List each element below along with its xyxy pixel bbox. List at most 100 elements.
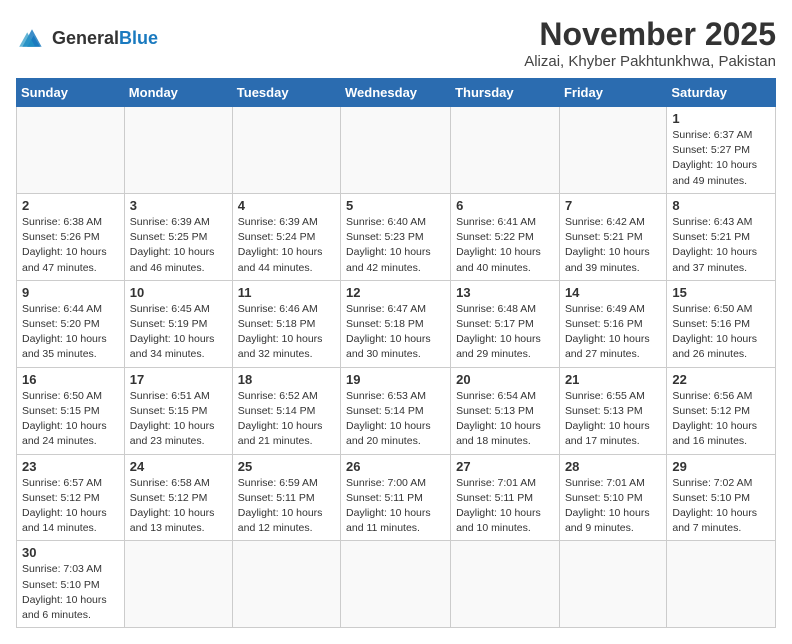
day-cell: 15 Sunrise: 6:50 AM Sunset: 5:16 PM Dayli… (667, 280, 776, 367)
day-info: Sunrise: 6:38 AM Sunset: 5:26 PM Dayligh… (22, 215, 119, 276)
day-number: 30 (22, 545, 119, 560)
weekday-header-tuesday: Tuesday (232, 79, 340, 107)
day-cell: 14 Sunrise: 6:49 AM Sunset: 5:16 PM Dayli… (559, 280, 666, 367)
day-cell: 30 Sunrise: 7:03 AM Sunset: 5:10 PM Dayli… (17, 541, 125, 628)
day-cell: 6 Sunrise: 6:41 AM Sunset: 5:22 PM Daylig… (451, 193, 560, 280)
day-info: Sunrise: 7:02 AM Sunset: 5:10 PM Dayligh… (672, 476, 770, 537)
day-info: Sunrise: 6:39 AM Sunset: 5:25 PM Dayligh… (130, 215, 227, 276)
day-number: 15 (672, 285, 770, 300)
day-info: Sunrise: 6:48 AM Sunset: 5:17 PM Dayligh… (456, 302, 554, 363)
day-info: Sunrise: 6:46 AM Sunset: 5:18 PM Dayligh… (238, 302, 335, 363)
day-number: 28 (565, 459, 661, 474)
day-number: 12 (346, 285, 445, 300)
day-number: 6 (456, 198, 554, 213)
day-cell: 22 Sunrise: 6:56 AM Sunset: 5:12 PM Dayli… (667, 367, 776, 454)
day-info: Sunrise: 6:54 AM Sunset: 5:13 PM Dayligh… (456, 389, 554, 450)
day-cell (232, 541, 340, 628)
day-cell (232, 107, 340, 194)
day-cell: 23Sunrise: 6:57 AM Sunset: 5:12 PM Dayli… (17, 454, 125, 541)
day-cell: 10Sunrise: 6:45 AM Sunset: 5:19 PM Dayli… (124, 280, 232, 367)
day-cell: 21Sunrise: 6:55 AM Sunset: 5:13 PM Dayli… (559, 367, 666, 454)
day-info: Sunrise: 6:58 AM Sunset: 5:12 PM Dayligh… (130, 476, 227, 537)
day-cell (451, 541, 560, 628)
day-number: 11 (238, 285, 335, 300)
day-cell (341, 541, 451, 628)
day-cell: 25 Sunrise: 6:59 AM Sunset: 5:11 PM Dayli… (232, 454, 340, 541)
day-info: Sunrise: 6:55 AM Sunset: 5:13 PM Dayligh… (565, 389, 661, 450)
day-cell (667, 541, 776, 628)
day-cell: 1 Sunrise: 6:37 AM Sunset: 5:27 PM Daylig… (667, 107, 776, 194)
day-info: Sunrise: 6:50 AM Sunset: 5:15 PM Dayligh… (22, 389, 119, 450)
weekday-header-saturday: Saturday (667, 79, 776, 107)
week-row-1: 1 Sunrise: 6:37 AM Sunset: 5:27 PM Daylig… (17, 107, 776, 194)
day-cell: 13Sunrise: 6:48 AM Sunset: 5:17 PM Dayli… (451, 280, 560, 367)
calendar: SundayMondayTuesdayWednesdayThursdayFrid… (16, 78, 776, 628)
logo: GeneralBlue (16, 24, 158, 52)
day-cell: 27 Sunrise: 7:01 AM Sunset: 5:11 PM Dayli… (451, 454, 560, 541)
day-cell: 2 Sunrise: 6:38 AM Sunset: 5:26 PM Daylig… (17, 193, 125, 280)
week-row-3: 9 Sunrise: 6:44 AM Sunset: 5:20 PM Daylig… (17, 280, 776, 367)
day-number: 27 (456, 459, 554, 474)
week-row-6: 30 Sunrise: 7:03 AM Sunset: 5:10 PM Dayli… (17, 541, 776, 628)
weekday-header-wednesday: Wednesday (341, 79, 451, 107)
day-cell (559, 107, 666, 194)
day-cell: 19 Sunrise: 6:53 AM Sunset: 5:14 PM Dayli… (341, 367, 451, 454)
location-title: Alizai, Khyber Pakhtunkhwa, Pakistan (524, 53, 776, 70)
day-info: Sunrise: 6:47 AM Sunset: 5:18 PM Dayligh… (346, 302, 445, 363)
day-info: Sunrise: 6:49 AM Sunset: 5:16 PM Dayligh… (565, 302, 661, 363)
day-info: Sunrise: 6:59 AM Sunset: 5:11 PM Dayligh… (238, 476, 335, 537)
day-cell: 5Sunrise: 6:40 AM Sunset: 5:23 PM Daylig… (341, 193, 451, 280)
day-cell: 18Sunrise: 6:52 AM Sunset: 5:14 PM Dayli… (232, 367, 340, 454)
weekday-header-row: SundayMondayTuesdayWednesdayThursdayFrid… (17, 79, 776, 107)
day-cell: 16 Sunrise: 6:50 AM Sunset: 5:15 PM Dayli… (17, 367, 125, 454)
week-row-2: 2 Sunrise: 6:38 AM Sunset: 5:26 PM Daylig… (17, 193, 776, 280)
day-cell (559, 541, 666, 628)
day-number: 24 (130, 459, 227, 474)
weekday-header-friday: Friday (559, 79, 666, 107)
day-number: 2 (22, 198, 119, 213)
day-number: 7 (565, 198, 661, 213)
logo-icon (16, 24, 48, 52)
day-cell (341, 107, 451, 194)
day-number: 16 (22, 372, 119, 387)
day-number: 14 (565, 285, 661, 300)
day-info: Sunrise: 6:41 AM Sunset: 5:22 PM Dayligh… (456, 215, 554, 276)
day-cell: 17Sunrise: 6:51 AM Sunset: 5:15 PM Dayli… (124, 367, 232, 454)
day-info: Sunrise: 7:01 AM Sunset: 5:10 PM Dayligh… (565, 476, 661, 537)
day-number: 9 (22, 285, 119, 300)
day-number: 25 (238, 459, 335, 474)
day-number: 19 (346, 372, 445, 387)
day-cell: 4Sunrise: 6:39 AM Sunset: 5:24 PM Daylig… (232, 193, 340, 280)
day-info: Sunrise: 6:50 AM Sunset: 5:16 PM Dayligh… (672, 302, 770, 363)
day-info: Sunrise: 6:39 AM Sunset: 5:24 PM Dayligh… (238, 215, 335, 276)
day-info: Sunrise: 7:03 AM Sunset: 5:10 PM Dayligh… (22, 562, 119, 623)
weekday-header-monday: Monday (124, 79, 232, 107)
day-number: 18 (238, 372, 335, 387)
day-number: 29 (672, 459, 770, 474)
day-number: 22 (672, 372, 770, 387)
day-number: 1 (672, 111, 770, 126)
day-cell (124, 541, 232, 628)
day-info: Sunrise: 6:37 AM Sunset: 5:27 PM Dayligh… (672, 128, 770, 189)
day-info: Sunrise: 6:53 AM Sunset: 5:14 PM Dayligh… (346, 389, 445, 450)
day-cell: 20 Sunrise: 6:54 AM Sunset: 5:13 PM Dayli… (451, 367, 560, 454)
day-cell: 7 Sunrise: 6:42 AM Sunset: 5:21 PM Daylig… (559, 193, 666, 280)
title-area: November 2025 Alizai, Khyber Pakhtunkhwa… (524, 16, 776, 70)
day-cell: 3 Sunrise: 6:39 AM Sunset: 5:25 PM Daylig… (124, 193, 232, 280)
logo-text: GeneralBlue (52, 28, 158, 49)
day-info: Sunrise: 6:51 AM Sunset: 5:15 PM Dayligh… (130, 389, 227, 450)
day-info: Sunrise: 6:42 AM Sunset: 5:21 PM Dayligh… (565, 215, 661, 276)
day-cell: 29 Sunrise: 7:02 AM Sunset: 5:10 PM Dayli… (667, 454, 776, 541)
day-info: Sunrise: 6:40 AM Sunset: 5:23 PM Dayligh… (346, 215, 445, 276)
day-number: 20 (456, 372, 554, 387)
day-info: Sunrise: 7:00 AM Sunset: 5:11 PM Dayligh… (346, 476, 445, 537)
week-row-5: 23Sunrise: 6:57 AM Sunset: 5:12 PM Dayli… (17, 454, 776, 541)
day-cell (17, 107, 125, 194)
day-number: 26 (346, 459, 445, 474)
day-info: Sunrise: 7:01 AM Sunset: 5:11 PM Dayligh… (456, 476, 554, 537)
day-info: Sunrise: 6:44 AM Sunset: 5:20 PM Dayligh… (22, 302, 119, 363)
week-row-4: 16 Sunrise: 6:50 AM Sunset: 5:15 PM Dayli… (17, 367, 776, 454)
day-number: 3 (130, 198, 227, 213)
day-number: 8 (672, 198, 770, 213)
day-info: Sunrise: 6:56 AM Sunset: 5:12 PM Dayligh… (672, 389, 770, 450)
